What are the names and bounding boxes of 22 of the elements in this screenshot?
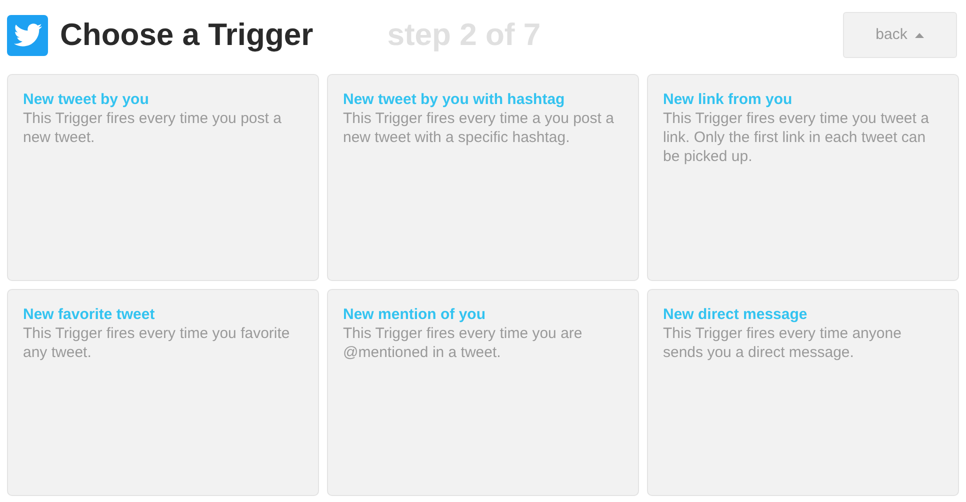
trigger-card[interactable]: New direct message This Trigger fires every time anyone sends you a direct message. (647, 289, 959, 496)
caret-up-icon (915, 32, 924, 38)
trigger-title: New direct message (663, 305, 808, 324)
trigger-description: This Trigger fires every time anyone sends you a direct message. (663, 324, 902, 362)
trigger-title: New link from you (663, 90, 794, 109)
trigger-card[interactable]: New link from you This Trigger fires every time you tweet a link. Only the first link in each tweet can be picked up. (647, 74, 959, 281)
back-button[interactable]: back (843, 12, 957, 58)
trigger-description: This Trigger fires every time you tweet a link. Only the first link in each tweet can be picked up. (663, 109, 930, 166)
trigger-description: This Trigger fires every time you post a new tweet. (23, 109, 282, 147)
trigger-title: New favorite tweet (23, 305, 156, 324)
bird-logo-icon (7, 14, 48, 56)
trigger-description: This Trigger fires every time you favorite any tweet. (23, 324, 291, 362)
trigger-description: This Trigger fires every time you are @mentioned in a tweet. (343, 324, 584, 362)
trigger-description: This Trigger fires every time a you post a new tweet with a specific hashtag. (343, 109, 615, 147)
trigger-card[interactable]: New favorite tweet This Trigger fires every time you favorite any tweet. (7, 289, 319, 496)
trigger-card[interactable]: New tweet by you with hashtag This Trigger fires every time a you post a new tweet with a specific hashtag. (327, 74, 639, 281)
trigger-title: New tweet by you with hashtag (343, 90, 566, 109)
page-title: Choose a Trigger (60, 16, 314, 54)
trigger-title: New mention of you (343, 305, 486, 324)
trigger-title: New tweet by you (23, 90, 150, 109)
trigger-card[interactable]: New tweet by you This Trigger fires every time you post a new tweet. (7, 74, 319, 281)
trigger-card[interactable]: New mention of you This Trigger fires every time you are @mentioned in a tweet. (327, 289, 639, 496)
